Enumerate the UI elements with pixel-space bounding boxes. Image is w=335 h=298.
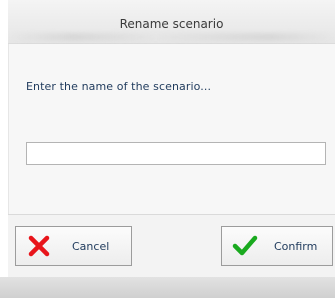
cancel-button-label: Cancel: [72, 239, 110, 253]
confirm-button-label: Confirm: [274, 239, 318, 253]
dialog-title: Rename scenario: [119, 17, 224, 31]
cancel-button[interactable]: Cancel: [15, 226, 132, 266]
prompt-label: Enter the name of the scenario...: [26, 80, 212, 93]
confirm-button[interactable]: Confirm: [221, 226, 333, 266]
dialog-body: [8, 44, 335, 214]
scenario-name-input[interactable]: [26, 142, 326, 165]
rename-scenario-dialog: Rename scenario Enter the name of the sc…: [0, 0, 335, 298]
close-icon: [26, 233, 52, 259]
dialog-titlebar: Rename scenario: [8, 0, 335, 44]
checkmark-icon: [232, 233, 258, 259]
window-bottom-edge: [0, 277, 335, 298]
